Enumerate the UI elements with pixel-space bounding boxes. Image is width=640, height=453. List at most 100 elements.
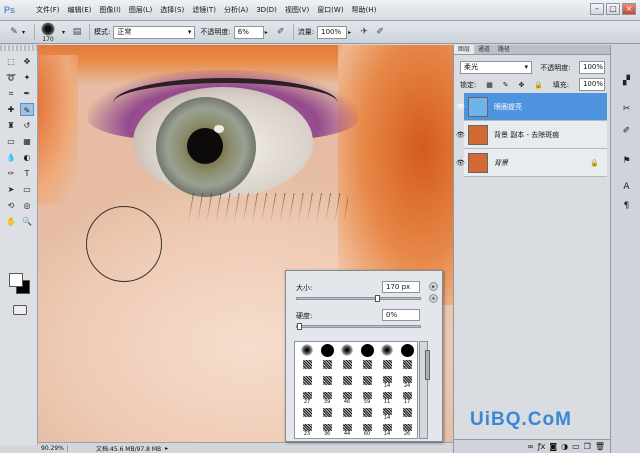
brush-preset[interactable]: 14 — [377, 375, 397, 391]
brush-tool-icon[interactable]: ✎ — [6, 24, 22, 40]
hardness-slider[interactable] — [296, 323, 421, 330]
size-slider[interactable] — [296, 295, 421, 302]
brush-tool-icon[interactable]: ✎ — [20, 103, 34, 116]
clone-source-icon[interactable]: ⚑ — [620, 155, 633, 168]
brush-picker-arrow-icon[interactable]: ▾ — [62, 29, 65, 36]
tab-layers[interactable]: 图层 — [454, 45, 475, 54]
lock-transparency-icon[interactable]: ▦ — [486, 81, 493, 89]
new-group-icon[interactable]: ▭ — [572, 442, 580, 451]
brush-preset[interactable]: 14 — [377, 407, 397, 423]
healing-tool-icon[interactable]: ✚ — [4, 103, 18, 116]
gradient-tool-icon[interactable]: ▦ — [20, 135, 34, 148]
minimize-icon[interactable]: – — [590, 3, 604, 15]
brush-preset[interactable]: 24 — [397, 375, 417, 391]
menu-filter[interactable]: 滤镜(T) — [188, 0, 220, 21]
tablet-pressure-opacity-icon[interactable]: ✐ — [273, 24, 289, 40]
brush-preset[interactable] — [397, 343, 417, 359]
brush-preset[interactable] — [337, 359, 357, 375]
brush-preset[interactable] — [337, 343, 357, 359]
lock-position-icon[interactable]: ✥ — [518, 81, 524, 89]
tools-icon[interactable]: ✂ — [620, 103, 633, 116]
dodge-tool-icon[interactable]: ◐ — [20, 151, 34, 164]
menu-image[interactable]: 图像(I) — [95, 0, 125, 21]
marquee-tool-icon[interactable]: ⬚ — [4, 55, 18, 68]
shape-tool-icon[interactable]: ▭ — [20, 183, 34, 196]
menu-3d[interactable]: 3D(D) — [252, 0, 281, 21]
move-tool-icon[interactable]: ✥ — [20, 55, 34, 68]
adjustment-layer-icon[interactable]: ◑ — [561, 442, 568, 451]
menu-edit[interactable]: 编辑(E) — [64, 0, 96, 21]
lock-paint-icon[interactable]: ✎ — [503, 81, 509, 89]
visibility-eye-icon[interactable]: 👁 — [456, 149, 465, 177]
airbrush-icon[interactable]: ✈ — [356, 24, 372, 40]
brush-preset[interactable] — [397, 359, 417, 375]
brush-preset[interactable] — [337, 407, 357, 423]
layer-row[interactable]: 👁 眼圈提亮 — [456, 93, 607, 121]
hand-tool-icon[interactable]: ✋ — [4, 215, 18, 228]
quick-mask-icon[interactable] — [13, 305, 27, 315]
blur-tool-icon[interactable]: 💧 — [4, 151, 18, 164]
brush-preset[interactable] — [297, 359, 317, 375]
clone-stamp-tool-icon[interactable]: ♜ — [4, 119, 18, 132]
menu-help[interactable]: 帮助(H) — [348, 0, 381, 21]
brush-preset-picker[interactable]: 170 — [39, 21, 57, 43]
history-brush-tool-icon[interactable]: ↺ — [20, 119, 34, 132]
brush-preset[interactable]: 23 — [297, 423, 317, 439]
eraser-tool-icon[interactable]: ▭ — [4, 135, 18, 148]
brush-preset[interactable] — [397, 407, 417, 423]
brush-preset[interactable] — [297, 375, 317, 391]
brush-preset[interactable] — [317, 359, 337, 375]
hardness-field[interactable]: 0% — [382, 309, 420, 321]
eyedropper-tool-icon[interactable]: ✒ — [20, 87, 34, 100]
new-layer-icon[interactable]: ❐ — [584, 442, 591, 451]
brush-preset[interactable]: 27 — [297, 391, 317, 407]
crop-tool-icon[interactable]: ⌗ — [4, 87, 18, 100]
3d-orbit-tool-icon[interactable]: ◎ — [20, 199, 34, 212]
brush-preset[interactable]: 46 — [337, 391, 357, 407]
brush-preset[interactable] — [377, 343, 397, 359]
histogram-icon[interactable]: ▞ — [620, 75, 633, 88]
lock-all-icon[interactable]: 🔒 — [534, 81, 543, 89]
layer-row[interactable]: 👁 背景 副本 - 去除斑痕 — [456, 121, 607, 149]
menu-window[interactable]: 窗口(W) — [313, 0, 347, 21]
brush-preset[interactable] — [337, 375, 357, 391]
brush-preset[interactable]: 17 — [397, 391, 417, 407]
brush-preset[interactable]: 14 — [377, 423, 397, 439]
scrollbar-thumb[interactable] — [425, 350, 430, 380]
character-icon[interactable]: A — [620, 181, 633, 194]
paragraph-icon[interactable]: ¶ — [620, 200, 633, 213]
brush-panel-toggle-icon[interactable]: ▤ — [69, 24, 85, 40]
brush-preset[interactable]: 26 — [397, 423, 417, 439]
brush-preset[interactable]: 59 — [357, 391, 377, 407]
menu-view[interactable]: 视图(V) — [281, 0, 313, 21]
brush-preset[interactable] — [317, 343, 337, 359]
flow-field[interactable]: 100% — [317, 25, 348, 39]
brush-preset[interactable] — [377, 359, 397, 375]
mode-select[interactable]: 正常 ▾ — [113, 25, 196, 39]
brush-preset[interactable]: 11 — [377, 391, 397, 407]
lasso-tool-icon[interactable]: ➰ — [4, 71, 18, 84]
brush-preset[interactable]: 39 — [317, 391, 337, 407]
brush-panel-icon[interactable]: ✐ — [620, 125, 633, 138]
brush-preset[interactable]: 36 — [317, 423, 337, 439]
new-preset-icon[interactable]: + — [429, 294, 438, 303]
tab-paths[interactable]: 路径 — [494, 45, 514, 54]
menu-layer[interactable]: 图层(L) — [125, 0, 156, 21]
toolbox-grip[interactable] — [0, 45, 37, 51]
panel-menu-icon[interactable]: ▸ — [429, 282, 438, 291]
brush-grid-scrollbar[interactable] — [419, 341, 430, 439]
link-layers-icon[interactable]: ∞ — [527, 442, 534, 451]
quick-select-tool-icon[interactable]: ✦ — [20, 71, 34, 84]
layer-opacity-field[interactable]: 100% — [578, 61, 605, 74]
brush-preset[interactable] — [317, 375, 337, 391]
brush-preset[interactable]: 60 — [357, 423, 377, 439]
brush-preset[interactable] — [297, 407, 317, 423]
menu-analysis[interactable]: 分析(A) — [220, 0, 252, 21]
3d-rotate-tool-icon[interactable]: ⟲ — [4, 199, 18, 212]
visibility-eye-icon[interactable]: 👁 — [456, 93, 465, 121]
tab-channels[interactable]: 通道 — [474, 45, 494, 54]
size-slider-knob[interactable] — [375, 295, 380, 302]
path-select-tool-icon[interactable]: ➤ — [4, 183, 18, 196]
brush-preset[interactable]: 44 — [337, 423, 357, 439]
restore-icon[interactable]: □ — [606, 3, 620, 15]
